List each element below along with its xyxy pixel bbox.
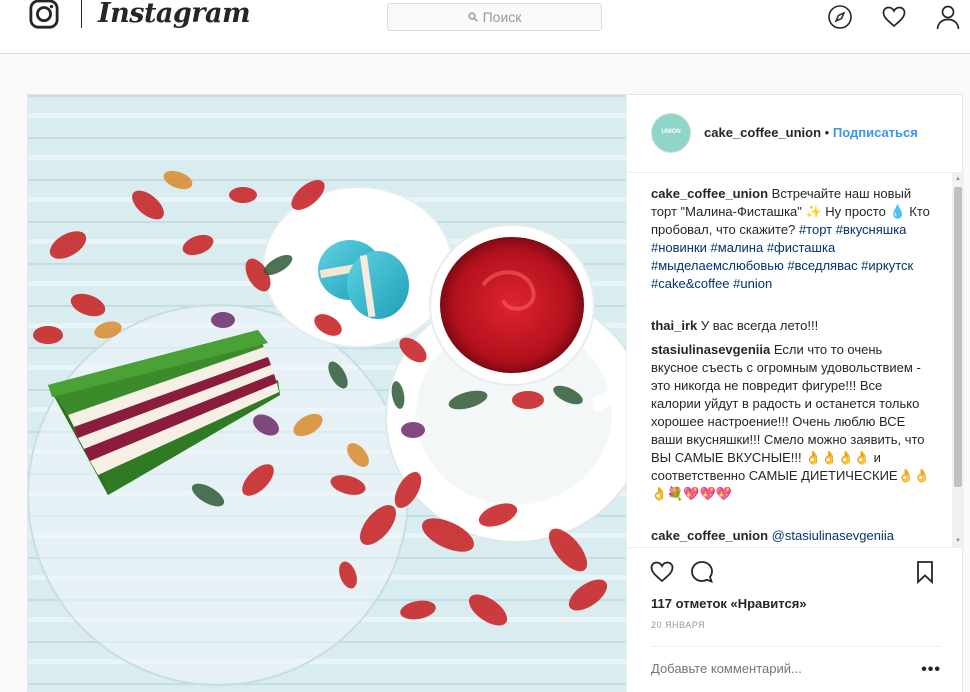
compass-icon[interactable] <box>827 4 853 30</box>
post-photo[interactable] <box>28 95 626 692</box>
caption-username[interactable]: cake_coffee_union <box>651 186 768 201</box>
search-icon <box>467 12 478 22</box>
top-navigation-bar: Instagram Поиск <box>0 0 970 54</box>
likes-count[interactable]: 117 отметок «Нравится» <box>651 596 807 611</box>
add-comment-input[interactable] <box>651 661 891 676</box>
comments-list: cake_coffee_union Встречайте наш новый т… <box>627 173 964 547</box>
comment-bubble-icon[interactable] <box>689 559 715 585</box>
post-header-line: cake_coffee_union • Подписаться <box>704 125 918 140</box>
search-placeholder: Поиск <box>482 9 522 25</box>
comment-username[interactable]: cake_coffee_union <box>651 528 768 543</box>
comment-text: У вас всегда лето!!! <box>700 318 819 333</box>
avatar[interactable]: UNION <box>651 113 691 153</box>
scroll-down-arrow-icon[interactable]: ▼ <box>954 537 962 545</box>
caption: cake_coffee_union Встречайте наш новый т… <box>651 185 931 293</box>
comment-text: Если что то очень вкусное съесть с огром… <box>651 342 930 501</box>
like-heart-icon[interactable] <box>649 559 675 585</box>
add-comment-bar: ••• <box>651 646 941 692</box>
heart-icon[interactable] <box>881 4 907 30</box>
comment-mention[interactable]: @stasiulinasevgeniia <box>772 528 894 543</box>
post-card: UNION cake_coffee_union • Подписаться ca… <box>27 94 964 692</box>
post-actions: 117 отметок «Нравится» 20 ЯНВАРЯ ••• <box>627 547 964 692</box>
instagram-glyph-icon[interactable] <box>28 0 60 30</box>
scrollbar-thumb[interactable] <box>954 187 962 487</box>
search-input[interactable]: Поиск <box>387 3 602 31</box>
user-icon[interactable] <box>935 4 961 30</box>
post-header: UNION cake_coffee_union • Подписаться <box>627 95 964 173</box>
more-options-icon[interactable]: ••• <box>921 661 941 679</box>
comment-username[interactable]: thai_irk <box>651 318 697 333</box>
avatar-text: UNION <box>661 129 681 135</box>
scroll-up-arrow-icon[interactable]: ▲ <box>954 175 962 183</box>
follow-button[interactable]: Подписаться <box>833 125 918 140</box>
comment-item: cake_coffee_union @stasiulinasevgeniia <box>651 527 931 545</box>
bookmark-icon[interactable] <box>912 559 938 585</box>
comment-username[interactable]: stasiulinasevgeniia <box>651 342 770 357</box>
post-author-username[interactable]: cake_coffee_union <box>704 125 821 140</box>
comment-item: thai_irk У вас всегда лето!!! <box>651 317 931 335</box>
logo-divider <box>81 0 82 28</box>
comment-item: stasiulinasevgeniia Если что то очень вк… <box>651 341 931 503</box>
post-sidebar: UNION cake_coffee_union • Подписаться ca… <box>626 95 964 692</box>
instagram-wordmark[interactable]: Instagram <box>98 0 251 29</box>
header-separator: • <box>824 125 830 140</box>
comments-scrollbar[interactable]: ▲ ▼ <box>952 173 964 547</box>
post-date[interactable]: 20 ЯНВАРЯ <box>651 620 705 630</box>
